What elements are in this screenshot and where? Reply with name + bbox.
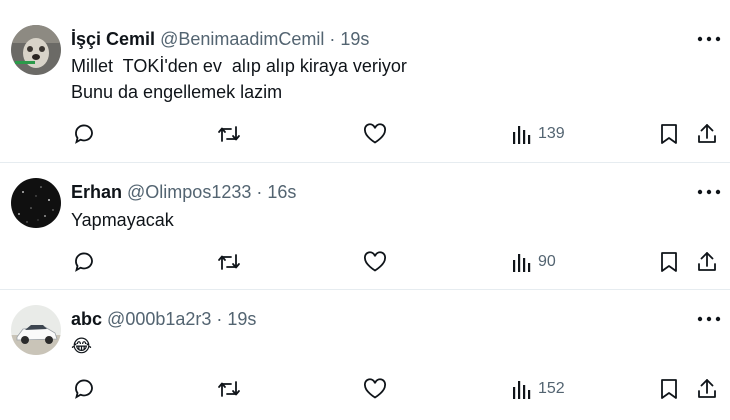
tweet-text: 😂 xyxy=(71,334,92,360)
share-button[interactable] xyxy=(695,375,719,403)
bookmark-button[interactable] xyxy=(659,120,679,148)
retweet-icon xyxy=(218,254,240,270)
retweet-button[interactable] xyxy=(216,248,242,276)
handle[interactable]: @Olimpos1233 xyxy=(127,182,251,202)
reply-icon xyxy=(75,252,93,272)
views-button[interactable]: 90 xyxy=(512,248,556,276)
tweet-text-line: Bunu da engellemek lazim xyxy=(71,82,283,102)
more-icon[interactable] xyxy=(696,32,722,46)
view-count: 90 xyxy=(538,253,556,270)
reply-icon xyxy=(75,124,93,144)
share-button[interactable] xyxy=(695,248,719,276)
bookmark-icon xyxy=(661,252,677,272)
reply-button[interactable] xyxy=(72,248,96,276)
view-count: 152 xyxy=(538,380,565,397)
reply-button[interactable] xyxy=(72,120,96,148)
share-button[interactable] xyxy=(695,120,719,148)
retweet-button[interactable] xyxy=(216,120,242,148)
more-icon[interactable] xyxy=(696,312,722,326)
reply-icon xyxy=(75,379,93,399)
retweet-icon xyxy=(218,381,240,397)
avatar[interactable] xyxy=(11,305,61,355)
separator: · xyxy=(211,309,228,329)
emoji-tears-of-joy: 😂 xyxy=(71,336,93,357)
tweet-header: Erhan @Olimpos1233 · 16s xyxy=(71,181,296,203)
share-icon xyxy=(698,252,716,271)
display-name[interactable]: İşçi Cemil xyxy=(71,29,155,49)
like-button[interactable] xyxy=(362,248,388,276)
more-icon[interactable] xyxy=(696,185,722,199)
display-name[interactable]: abc xyxy=(71,309,102,329)
share-icon xyxy=(698,379,716,398)
tweet-text: Yapmayacak xyxy=(71,207,174,233)
like-icon xyxy=(364,378,386,399)
like-button[interactable] xyxy=(362,375,388,403)
action-bar: 139 xyxy=(0,120,730,148)
action-bar: 152 xyxy=(0,375,730,403)
bookmark-button[interactable] xyxy=(659,375,679,403)
action-bar: 90 xyxy=(0,248,730,276)
tweet-text-line: Yapmayacak xyxy=(71,210,174,230)
like-icon xyxy=(364,123,386,144)
tweet[interactable]: İşçi Cemil @BenimaadimCemil · 19s Millet… xyxy=(0,0,730,162)
views-icon xyxy=(513,126,531,144)
bookmark-icon xyxy=(661,124,677,144)
timestamp[interactable]: 16s xyxy=(267,182,296,202)
bookmark-button[interactable] xyxy=(659,248,679,276)
tweet[interactable]: abc @000b1a2r3 · 19s 😂 152 xyxy=(0,290,730,420)
separator: · xyxy=(251,182,268,202)
tweet-text: Millet TOKİ'den ev alıp alıp kiraya veri… xyxy=(71,53,407,105)
timestamp[interactable]: 19s xyxy=(227,309,256,329)
like-button[interactable] xyxy=(362,120,388,148)
separator: · xyxy=(324,29,341,49)
display-name[interactable]: Erhan xyxy=(71,182,122,202)
tweet-header: abc @000b1a2r3 · 19s xyxy=(71,308,256,330)
retweet-button[interactable] xyxy=(216,375,242,403)
views-icon xyxy=(513,254,531,272)
tweet[interactable]: Erhan @Olimpos1233 · 16s Yapmayacak 90 xyxy=(0,163,730,289)
avatar[interactable] xyxy=(11,25,61,75)
like-icon xyxy=(364,251,386,272)
handle[interactable]: @BenimaadimCemil xyxy=(160,29,324,49)
reply-button[interactable] xyxy=(72,375,96,403)
share-icon xyxy=(698,124,716,143)
tweet-text-line: Millet TOKİ'den ev alıp alıp kiraya veri… xyxy=(71,56,407,76)
handle[interactable]: @000b1a2r3 xyxy=(107,309,211,329)
views-icon xyxy=(513,381,531,399)
avatar[interactable] xyxy=(11,178,61,228)
bookmark-icon xyxy=(661,379,677,399)
view-count: 139 xyxy=(538,125,565,142)
timestamp[interactable]: 19s xyxy=(340,29,369,49)
views-button[interactable]: 139 xyxy=(512,120,565,148)
tweet-header: İşçi Cemil @BenimaadimCemil · 19s xyxy=(71,28,369,50)
views-button[interactable]: 152 xyxy=(512,375,565,403)
retweet-icon xyxy=(218,126,240,142)
